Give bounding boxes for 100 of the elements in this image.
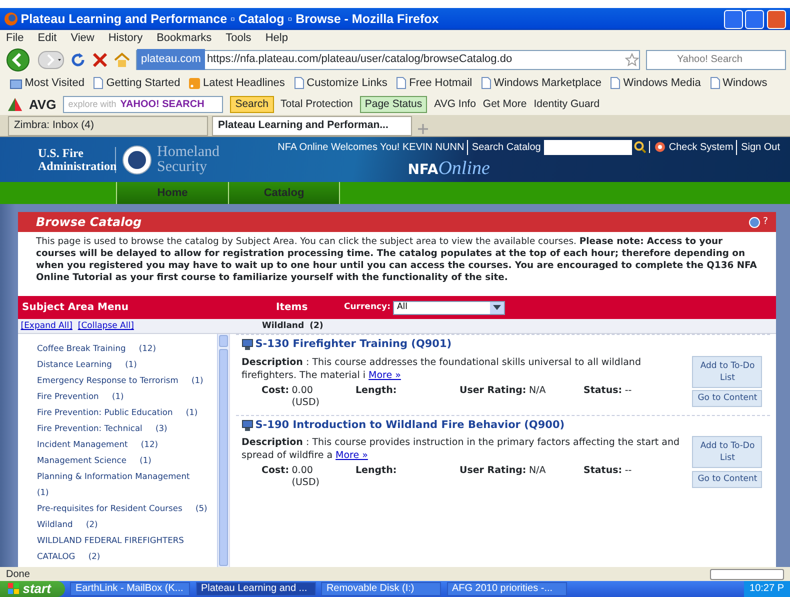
go-to-content-button[interactable]: Go to Content: [692, 390, 762, 407]
star-icon[interactable]: [625, 52, 639, 66]
subject-link[interactable]: Distance Learning (1): [18, 356, 214, 372]
subject-link[interactable]: Coffee Break Training (12): [18, 340, 214, 356]
bookmark-link[interactable]: Windows Media: [623, 74, 701, 92]
check-system-link[interactable]: Check System: [668, 140, 734, 155]
scrollbar[interactable]: [217, 334, 229, 567]
browser-tab[interactable]: Zimbra: Inbox (4): [8, 116, 208, 136]
subject-link[interactable]: Pre-requisites for Resident Courses (5): [18, 500, 214, 516]
collapse-all-link[interactable]: [Collapse All]: [78, 320, 134, 332]
toolbar-button[interactable]: AVG Info: [434, 96, 476, 112]
minimize-button[interactable]: [724, 10, 742, 28]
folder-icon: [10, 78, 22, 88]
page-icon: [294, 77, 304, 89]
subject-count: (2): [310, 320, 324, 332]
toolbar-search-field[interactable]: explore with YAHOO! SEARCH: [63, 96, 224, 113]
windows-logo-icon: [8, 583, 20, 595]
course-title-link[interactable]: S-130 Firefighter Training (Q901): [255, 337, 452, 353]
browser-tab[interactable]: Plateau Learning and Performan...: [212, 116, 412, 136]
bookmark-link[interactable]: Windows Marketplace: [494, 74, 602, 92]
agency-name: U.S. Fire Administration: [38, 146, 116, 172]
subject-link[interactable]: Emergency Response to Terrorism (1): [18, 372, 214, 388]
taskbar-button[interactable]: Plateau Learning and ...: [196, 582, 316, 596]
currency-label: Currency:: [344, 301, 390, 314]
bookmark-link[interactable]: Free Hotmail: [409, 74, 472, 92]
sign-out-link[interactable]: Sign Out: [736, 140, 780, 155]
reload-icon[interactable]: [70, 52, 86, 68]
add-to-todo-button[interactable]: Add to To-Do List: [692, 436, 762, 468]
status-label: Status:: [584, 465, 622, 478]
address-bar[interactable]: plateau.com https://nfa.plateau.com/plateau/user/catalog/browseCatalog.do: [136, 50, 640, 70]
toolbar-button[interactable]: Page Status: [360, 96, 428, 114]
go-to-content-button[interactable]: Go to Content: [692, 470, 762, 488]
page-icon: [93, 77, 104, 89]
subject-link[interactable]: Wildland (2): [18, 516, 214, 532]
close-button[interactable]: [767, 10, 786, 28]
help-link[interactable]: ?: [762, 214, 768, 230]
subject-link[interactable]: WILDLAND FEDERAL FIREFIGHTERS CATALOG (2): [18, 532, 214, 564]
subject-link[interactable]: Fire Prevention (1): [18, 388, 214, 404]
subject-link[interactable]: Planning & Information Management (1): [18, 468, 214, 500]
toolbar-button[interactable]: Identity Guard: [534, 96, 600, 112]
status-text: Done: [6, 568, 31, 582]
url-text: https://nfa.plateau.com/plateau/user/catalog/browseCatalog.do: [206, 52, 514, 68]
restore-button[interactable]: [745, 10, 764, 28]
site-identity-chip[interactable]: plateau.com: [137, 49, 205, 70]
cost-label: Cost:: [262, 384, 289, 398]
course-title-link[interactable]: S-190 Introduction to Wildland Fire Behavior (Q900): [255, 418, 565, 434]
cost-label: Cost:: [262, 465, 289, 478]
course-description: Description : This course addresses the foundational skills universal to all wildland firefighters. The material i More »: [242, 356, 642, 382]
cost-value: 0.00 (USD): [292, 465, 320, 489]
taskbar-button[interactable]: EarthLink - MailBox (K...: [70, 582, 190, 596]
search-field[interactable]: Yahoo! Search: [646, 50, 786, 70]
avg-logo-icon: [8, 98, 22, 111]
more-link[interactable]: More »: [336, 450, 368, 462]
seal-icon: [122, 144, 152, 174]
menu-item[interactable]: Edit: [38, 30, 57, 47]
clock: 10:27 P: [744, 581, 790, 597]
menu-item[interactable]: Help: [265, 30, 288, 47]
length-label: Length:: [356, 465, 397, 478]
page-icon: [710, 77, 720, 89]
status-value: --: [624, 465, 632, 478]
page-icon: [481, 77, 492, 89]
menu-item[interactable]: File: [6, 30, 24, 47]
bookmark-link[interactable]: Windows: [722, 74, 768, 92]
search-button[interactable]: Search: [230, 96, 274, 114]
toolbar-button[interactable]: Get More: [482, 96, 527, 112]
computer-icon: [242, 420, 252, 431]
menu-item[interactable]: History: [108, 30, 143, 47]
cost-value: 0.00 (USD): [292, 384, 320, 408]
stop-icon[interactable]: [92, 52, 108, 68]
bookmark-link[interactable]: Getting Started: [106, 74, 180, 92]
subject-link[interactable]: Fire Prevention: Public Education (1): [18, 404, 214, 420]
subject-menu-title: Subject Area Menu: [21, 301, 130, 315]
firefox-icon: [4, 12, 18, 26]
menu-item[interactable]: Bookmarks: [156, 30, 212, 47]
subject-link[interactable]: Incident Management (12): [18, 436, 214, 452]
help-icon[interactable]: [749, 216, 760, 228]
status-value: --: [624, 384, 632, 398]
currency-dropdown[interactable]: All: [393, 300, 506, 314]
welcome-text: NFA Online Welcomes You! KEVIN NUNN: [278, 140, 464, 155]
items-title: Items: [275, 301, 309, 315]
search-icon[interactable]: [634, 141, 646, 154]
menu-item[interactable]: View: [70, 30, 94, 47]
menu-item[interactable]: Tools: [226, 30, 252, 47]
catalog-search-field[interactable]: [544, 140, 632, 155]
home-icon[interactable]: [114, 52, 130, 68]
subject-link[interactable]: Management Science (1): [18, 452, 214, 468]
expand-all-link[interactable]: [Expand All]: [20, 320, 72, 332]
course-description: Description : This course provides instruction in the primary factors affecting the start and spread of wildfire a More »: [242, 436, 681, 462]
taskbar-button[interactable]: AFG 2010 priorities -...: [446, 582, 567, 596]
panel-title: Browse Catalog: [36, 214, 143, 230]
subject-link[interactable]: Fire Prevention: Technical (3): [18, 420, 214, 436]
bookmark-link[interactable]: Most Visited: [24, 74, 84, 92]
more-link[interactable]: More »: [368, 370, 401, 381]
back-button[interactable]: [4, 48, 32, 72]
add-to-todo-button[interactable]: Add to To-Do List: [692, 356, 762, 388]
bookmark-link[interactable]: Latest Headlines: [202, 74, 285, 92]
bookmark-link[interactable]: Customize Links: [306, 74, 388, 92]
toolbar-button[interactable]: Total Protection: [280, 96, 353, 112]
taskbar-button[interactable]: Removable Disk (I:): [321, 582, 442, 596]
subject-heading: Wildland: [262, 320, 304, 332]
